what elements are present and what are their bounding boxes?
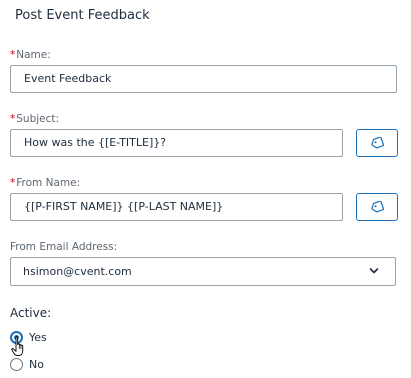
from-email-label: From Email Address: xyxy=(10,241,118,253)
tag-icon xyxy=(371,137,384,149)
from-email-select[interactable]: hsimon@cvent.com xyxy=(10,257,396,286)
tag-icon xyxy=(371,201,384,213)
post-event-feedback-panel: Post Event Feedback *Name: Event Feedbac… xyxy=(0,0,411,378)
page-title: Post Event Feedback xyxy=(15,8,150,23)
from-name-tag-button[interactable] xyxy=(356,193,398,221)
from-name-field[interactable]: {[P-FIRST NAME]} {[P-LAST NAME]} xyxy=(10,193,343,221)
active-label: Active: xyxy=(10,306,52,320)
required-marker: * xyxy=(10,177,16,189)
radio-no-label: No xyxy=(29,358,44,371)
radio-no[interactable] xyxy=(10,358,23,371)
radio-yes-label: Yes xyxy=(29,331,47,344)
subject-label: *Subject: xyxy=(10,113,59,125)
name-label: *Name: xyxy=(10,49,51,61)
active-no-option[interactable]: No xyxy=(10,358,44,371)
hand-pointer-icon xyxy=(11,335,24,356)
subject-tag-button[interactable] xyxy=(356,129,398,157)
subject-field[interactable]: How was the {[E-TITLE]}? xyxy=(10,129,343,157)
name-label-text: Name: xyxy=(16,49,51,61)
chevron-down-icon xyxy=(369,268,379,274)
required-marker: * xyxy=(10,113,16,125)
from-name-label: *From Name: xyxy=(10,177,80,189)
from-name-label-text: From Name: xyxy=(16,177,81,189)
name-field[interactable]: Event Feedback xyxy=(10,65,397,93)
subject-label-text: Subject: xyxy=(16,113,60,125)
from-email-value: hsimon@cvent.com xyxy=(23,265,132,278)
required-marker: * xyxy=(10,49,16,61)
